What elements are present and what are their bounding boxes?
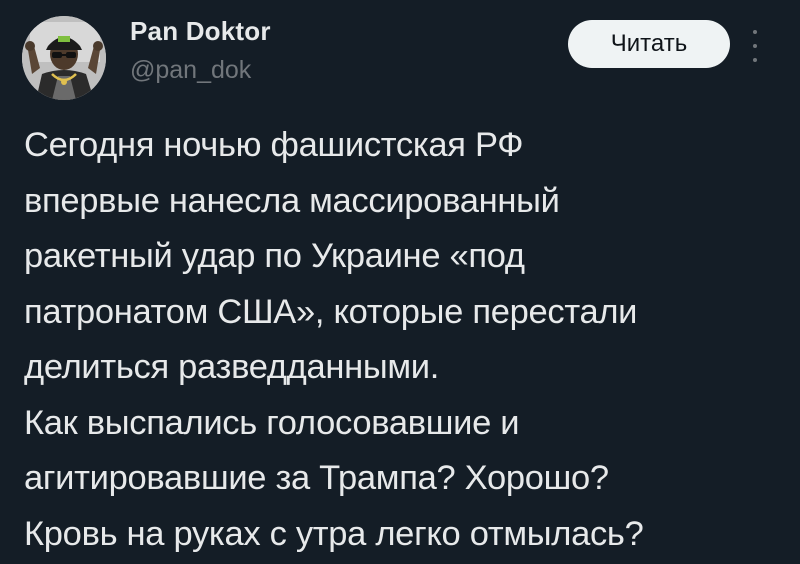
more-dot <box>753 44 757 48</box>
tweet-text-line: делиться разведданными. <box>24 348 440 386</box>
tweet-text-line: ракетный удар по Украине «под <box>24 237 525 275</box>
tweet-card: Pan Doktor @pan_dok Читать Сегодня ночью… <box>0 0 800 564</box>
author-display-name[interactable]: Pan Doktor <box>130 16 271 47</box>
tweet-text-line: Кровь на руках с утра легко отмылась? <box>24 514 644 553</box>
tweet-text-line: впервые нанесла массированный <box>24 181 560 220</box>
author-handle[interactable]: @pan_dok <box>130 56 251 85</box>
more-dot <box>753 58 757 62</box>
tweet-text-line: агитировавшие за Трампа? Хорошо? <box>24 459 609 497</box>
follow-button[interactable]: Читать <box>568 20 730 68</box>
more-dot <box>753 30 757 34</box>
tweet-text-line: патронатом США», которые перестали <box>24 292 638 331</box>
more-vertical-icon[interactable] <box>748 30 762 62</box>
tweet-text: Сегодня ночью фашистская РФ впервые нане… <box>24 118 794 562</box>
cartoon-avatar-icon <box>22 16 106 100</box>
tweet-text-line: Сегодня ночью фашистская РФ <box>24 126 524 164</box>
avatar[interactable] <box>22 16 106 100</box>
tweet-text-line: Как выспались голосовавшие и <box>24 403 520 442</box>
